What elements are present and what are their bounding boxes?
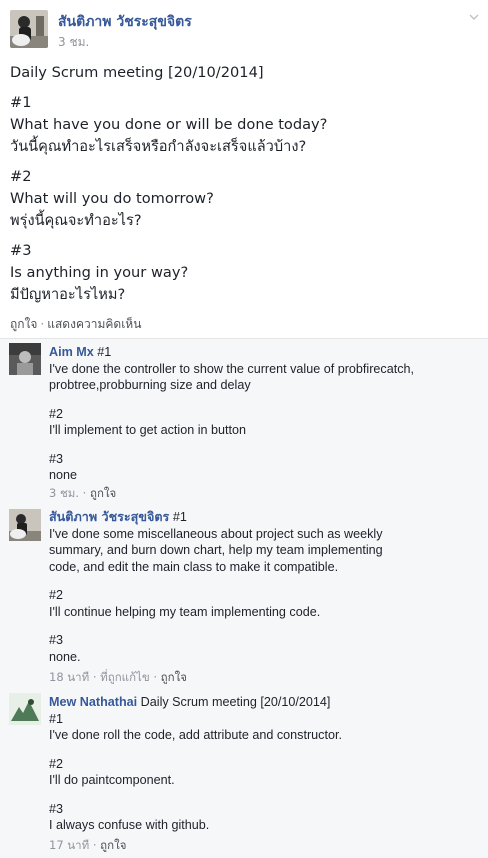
comment-meta: 17 นาที · ถูกใจ bbox=[49, 837, 126, 855]
like-link[interactable]: ถูกใจ bbox=[161, 670, 187, 684]
comments.1-line: I've done some miscellaneous about proje… bbox=[49, 526, 383, 541]
post-line: มีปัญหาอะไรไหม? bbox=[10, 286, 126, 303]
comments.1-line: #2 bbox=[49, 588, 64, 602]
avatar[interactable] bbox=[9, 693, 41, 725]
post-line: พรุ่งนี้คุณจะทำอะไร? bbox=[10, 212, 142, 229]
comments.2-line: I always confuse with github. bbox=[49, 818, 210, 832]
chevron-down-icon[interactable] bbox=[468, 10, 480, 22]
comment-first-line: Daily Scrum meeting [20/10/2014] bbox=[140, 695, 331, 709]
post-line: วันนี้คุณทำอะไรเสร็จหรือกำลังจะเสร็จแล้ว… bbox=[10, 138, 307, 155]
comment-time[interactable]: 18 นาที bbox=[49, 670, 89, 684]
separator: · bbox=[92, 838, 97, 852]
post-line: #3 bbox=[10, 242, 32, 259]
post-line: Is anything in your way? bbox=[10, 264, 189, 281]
comment-author[interactable]: สันติภาพ วัชระสุขจิตร bbox=[49, 509, 169, 524]
comments.2-line: #1 bbox=[49, 711, 64, 726]
comments.0-line: probtree,probburning size and delay bbox=[49, 378, 251, 392]
avatar[interactable] bbox=[10, 10, 48, 48]
post-line: Daily Scrum meeting [20/10/2014] bbox=[10, 64, 264, 81]
avatar[interactable] bbox=[9, 343, 41, 375]
edited-label[interactable]: ที่ถูกแก้ไข bbox=[100, 670, 150, 684]
like-link[interactable]: ถูกใจ bbox=[90, 486, 116, 500]
separator: · bbox=[92, 670, 97, 684]
comments.2-line: #3 bbox=[49, 801, 64, 816]
separator: · bbox=[153, 670, 158, 684]
comments.1-line: none. bbox=[49, 649, 81, 664]
comment-author[interactable]: Aim Mx bbox=[49, 345, 94, 359]
comments-section: Aim Mx #1 I've done the controller to sh… bbox=[0, 338, 488, 858]
comment-meta: 3 ชม. · ถูกใจ bbox=[49, 485, 116, 503]
comments.1-line: code, and edit the main class to make it… bbox=[49, 559, 339, 574]
post-line: What have you done or will be done today… bbox=[10, 116, 328, 133]
post-line: #1 bbox=[10, 94, 32, 111]
post-author[interactable]: สันติภาพ วัชระสุขจิตร bbox=[58, 11, 192, 33]
post-body: Daily Scrum meeting [20/10/2014] #1 What h… bbox=[10, 62, 480, 306]
comments.2-line: I'll do paintcomponent. bbox=[49, 773, 175, 787]
comment-time[interactable]: 3 ชม. bbox=[49, 486, 79, 500]
comments.0-line: none bbox=[49, 468, 78, 482]
comments.0-line: #3 bbox=[49, 451, 64, 466]
comment-first-line: #1 bbox=[172, 510, 187, 524]
comment-time[interactable]: 17 นาที bbox=[49, 838, 89, 852]
comments.0-line: I'll implement to get action in button bbox=[49, 423, 247, 437]
comment-text: Aim Mx #1 I've done the controller to sh… bbox=[49, 344, 479, 484]
comments.1-line: I'll continue helping my team implementi… bbox=[49, 604, 321, 619]
post-actions: ถูกใจ · แสดงความคิดเห็น bbox=[10, 315, 141, 334]
comments.1-line: summary, and burn down chart, help my te… bbox=[49, 543, 383, 557]
comment-author[interactable]: Mew Nathathai bbox=[49, 695, 137, 709]
separator: · bbox=[40, 317, 45, 331]
post: สันติภาพ วัชระสุขจิตร 3 ชม. Daily Scrum … bbox=[0, 0, 488, 338]
comment-text: Mew Nathathai Daily Scrum meeting [20/10… bbox=[49, 694, 479, 834]
comments.0-line: #2 bbox=[49, 406, 64, 421]
comment-link[interactable]: แสดงความคิดเห็น bbox=[47, 317, 141, 331]
like-link[interactable]: ถูกใจ bbox=[10, 317, 37, 331]
comments.2-line: I've done roll the code, add attribute a… bbox=[49, 728, 342, 742]
comment-text: สันติภาพ วัชระสุขจิตร #1 I've done some … bbox=[49, 509, 479, 665]
comments.2-line: #2 bbox=[49, 756, 64, 771]
separator: · bbox=[82, 486, 87, 500]
post-timestamp[interactable]: 3 ชม. bbox=[58, 33, 89, 52]
comment-meta: 18 นาที · ที่ถูกแก้ไข · ถูกใจ bbox=[49, 669, 187, 687]
comment-first-line: #1 bbox=[97, 345, 112, 359]
comments.1-line: #3 bbox=[49, 633, 64, 647]
avatar[interactable] bbox=[9, 509, 41, 541]
like-link[interactable]: ถูกใจ bbox=[100, 838, 126, 852]
post-line: #2 bbox=[10, 168, 32, 185]
comments.0-line: I've done the controller to show the cur… bbox=[49, 361, 415, 376]
post-line: What will you do tomorrow? bbox=[10, 190, 214, 207]
